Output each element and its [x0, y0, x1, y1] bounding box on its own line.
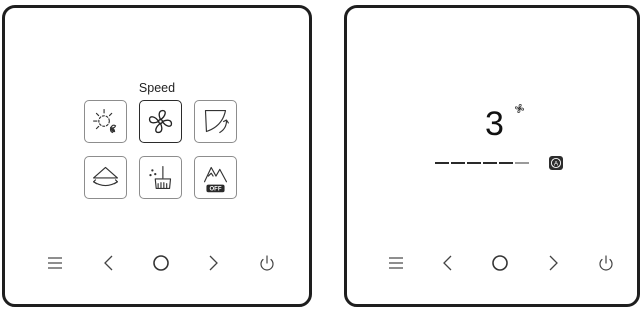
speed-display-panel: 3 A [344, 5, 640, 307]
previous-button[interactable] [435, 250, 461, 276]
menu-button[interactable] [383, 250, 409, 276]
light-fan-tile[interactable] [84, 100, 127, 143]
light-fan-icon [93, 109, 117, 134]
power-button[interactable] [254, 250, 280, 276]
ok-button[interactable] [487, 250, 513, 276]
speed-segment [515, 162, 529, 164]
previous-button[interactable] [96, 250, 122, 276]
dome-swing-icon [93, 166, 118, 187]
power-icon [260, 255, 274, 271]
auto-mode-icon: A [550, 157, 562, 169]
swing-arc-tile[interactable] [194, 100, 237, 143]
circle-icon [153, 255, 169, 271]
chevron-left-icon [104, 255, 113, 271]
fan-icon [148, 109, 173, 134]
dome-swing-tile[interactable] [84, 156, 127, 199]
clean-brush-tile[interactable] [139, 156, 182, 199]
chevron-left-icon [443, 255, 452, 271]
speed-segment [467, 162, 481, 164]
speed-segment [483, 162, 497, 164]
auto-mode-badge: A [549, 156, 563, 170]
off-badge: OFF [210, 187, 222, 193]
speed-value: 3 [485, 105, 504, 143]
power-icon [599, 255, 613, 271]
circle-icon [492, 255, 508, 271]
swing-arc-icon [204, 109, 229, 134]
ok-button[interactable] [148, 250, 174, 276]
speed-segment [435, 162, 449, 164]
fan-tile[interactable] [139, 100, 182, 143]
speed-menu-panel: Speed OFF [2, 5, 312, 307]
clean-brush-icon [149, 165, 172, 190]
menu-icon [48, 257, 62, 269]
speed-segment [451, 162, 465, 164]
fan-icon [514, 103, 525, 114]
mountain-off-tile[interactable]: OFF [194, 156, 237, 199]
next-button[interactable] [200, 250, 226, 276]
auto-mode-letter: A [554, 160, 559, 167]
menu-icon [389, 257, 403, 269]
speed-segment [499, 162, 513, 164]
chevron-right-icon [549, 255, 558, 271]
next-button[interactable] [540, 250, 566, 276]
menu-title: Speed [138, 81, 176, 95]
chevron-right-icon [209, 255, 218, 271]
menu-button[interactable] [42, 250, 68, 276]
power-button[interactable] [593, 250, 619, 276]
mountain-off-icon: OFF [203, 166, 228, 193]
